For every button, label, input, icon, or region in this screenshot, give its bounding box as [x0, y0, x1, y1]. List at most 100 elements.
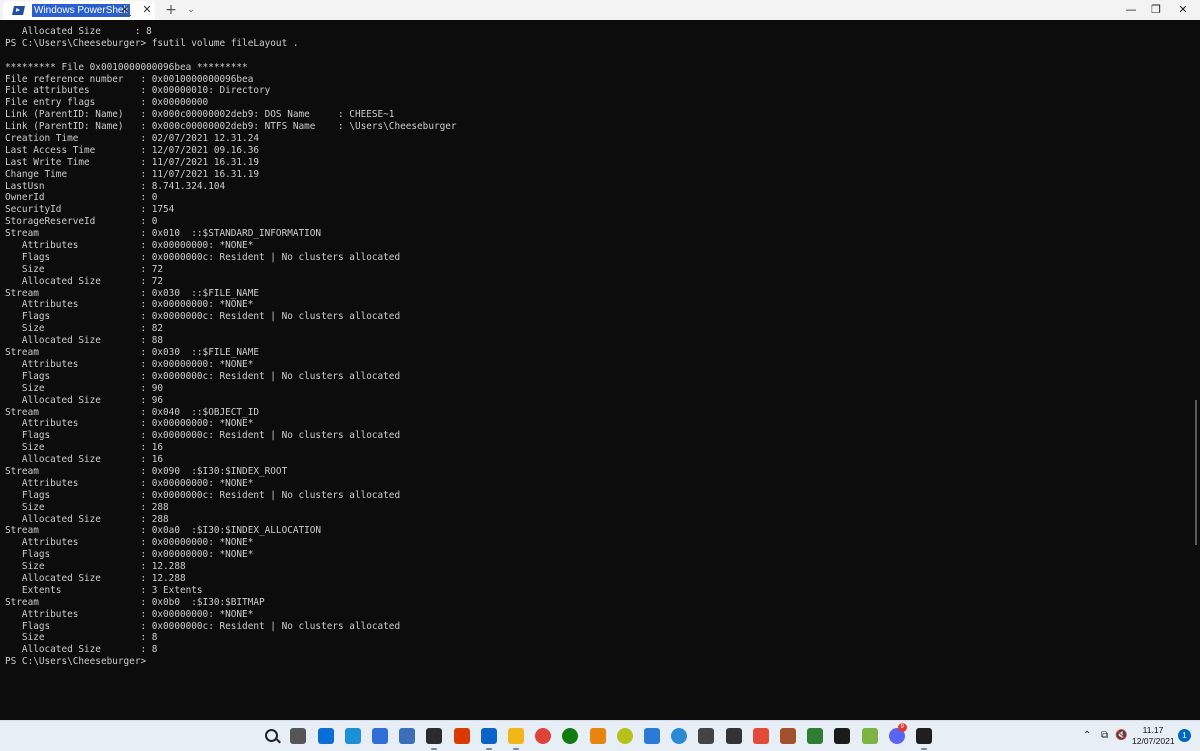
terminal-line: Flags : 0x0000000c: Resident | No cluste… [5, 370, 401, 382]
powershell-taskbar-icon[interactable] [916, 728, 932, 750]
close-tab-button[interactable]: ✕ [140, 3, 154, 17]
terminal-line: StorageReserveId : 0 [5, 216, 158, 228]
terminal-line: Stream : 0x030 ::$FILE_NAME [5, 347, 259, 359]
terminal-line: Allocated Size : 8 [5, 644, 158, 656]
monitor-icon[interactable] [807, 728, 824, 744]
notes-icon[interactable] [644, 728, 660, 744]
powershell-icon [12, 6, 25, 15]
terminal-line: Stream : 0x010 ::$STANDARD_INFORMATION [5, 228, 322, 240]
clock[interactable]: 11.17 12/07/2021 [1132, 725, 1175, 747]
terminal-line: Size : 90 [5, 382, 164, 394]
terminal-line: Allocated Size : 88 [5, 335, 164, 347]
terminal-line: LastUsn : 8.741.324.104 [5, 180, 226, 192]
tab-close-icon[interactable]: ✕ [118, 3, 132, 17]
clock-time: 11.17 [1142, 725, 1164, 735]
new-tab-button[interactable]: + [164, 2, 178, 18]
terminal-line: Flags : 0x00000000: *NONE* [5, 549, 254, 561]
terminal-line: Attributes : 0x00000000: *NONE* [5, 358, 254, 370]
tab-powershell[interactable]: Windows PowerShell ✕ ✕ [3, 1, 155, 20]
terminal-line: OwnerId : 0 [5, 192, 158, 204]
seven-zip-icon[interactable] [725, 728, 742, 744]
terminal-line: PS C:\Users\Cheeseburger> [5, 656, 147, 668]
terminal-line: Flags : 0x0000000c: Resident | No cluste… [5, 489, 401, 501]
tab-dropdown-button[interactable]: ⌄ [184, 2, 198, 18]
file-explorer-icon[interactable] [508, 728, 524, 750]
xbox-icon[interactable] [562, 728, 579, 744]
terminal-line: Allocated Size : 288 [5, 513, 169, 525]
terminal-line: Flags : 0x0000000c: Resident | No cluste… [5, 430, 401, 442]
chrome-icon[interactable] [535, 728, 552, 744]
search-icon[interactable] [265, 729, 279, 742]
notification-count-badge[interactable]: 1 [1178, 729, 1191, 742]
terminal-line: Flags : 0x0000000c: Resident | No cluste… [5, 620, 401, 632]
close-window-button[interactable]: ✕ [1160, 0, 1200, 20]
terminal-line: Allocated Size : 12.288 [5, 572, 186, 584]
terminal-line: Size : 8 [5, 632, 158, 644]
terminal-line: Size : 12.288 [5, 561, 186, 573]
terminal-line: Allocated Size : 16 [5, 454, 164, 466]
terminal-line: File attributes : 0x00000010: Directory [5, 85, 271, 97]
terminal-line: Attributes : 0x00000000: *NONE* [5, 240, 254, 252]
network-icon[interactable]: ⧉ [1101, 729, 1108, 743]
cmd-icon[interactable] [834, 728, 851, 744]
terminal-line: Flags : 0x0000000c: Resident | No cluste… [5, 311, 401, 323]
terminal-line: Allocated Size : 72 [5, 275, 164, 287]
task-view-icon[interactable] [290, 728, 307, 744]
terminal-line: Size : 288 [5, 501, 169, 513]
terminal-line: Size : 16 [5, 442, 164, 454]
avatar-app-icon[interactable] [780, 728, 796, 744]
terminal-line: Allocated Size : 96 [5, 394, 164, 406]
widgets-icon[interactable] [317, 728, 334, 744]
tray-chevron-icon[interactable]: ⌃ [1083, 729, 1091, 743]
terminal-line: Attributes : 0x00000000: *NONE* [5, 299, 254, 311]
office-icon[interactable] [453, 728, 470, 744]
edge-icon[interactable] [344, 728, 361, 744]
terminal-line: Size : 72 [5, 263, 164, 275]
pen-icon[interactable] [698, 728, 715, 744]
terminal-line: Attributes : 0x00000000: *NONE* [5, 477, 254, 489]
start-icon[interactable] [236, 728, 252, 744]
discord-badge: 9 [897, 723, 907, 732]
terminal-line: Stream : 0x030 ::$FILE_NAME [5, 287, 259, 299]
terminal-line: Last Write Time : 11/07/2021 16.31.19 [5, 156, 259, 168]
terminal-line: Stream : 0x040 ::$OBJECT_ID [5, 406, 259, 418]
terminal-line: File entry flags : 0x00000000 [5, 97, 209, 109]
terminal-line: Link (ParentID: Name) : 0x000c00000002de… [5, 109, 395, 121]
tab-title: Windows PowerShell [32, 4, 130, 17]
terminal-line: Flags : 0x0000000c: Resident | No cluste… [5, 251, 401, 263]
terminal-scrollbar[interactable] [1195, 400, 1197, 545]
terminal-line: Change Time : 11/07/2021 16.31.19 [5, 168, 259, 180]
volume-icon[interactable]: 🔇 [1115, 729, 1127, 743]
terminal-line: Stream : 0x090 :$I30:$INDEX_ROOT [5, 465, 288, 477]
globe-icon[interactable] [671, 728, 688, 744]
lens-icon[interactable] [616, 728, 633, 744]
settings-icon[interactable] [399, 728, 416, 744]
discord-icon[interactable]: 9 [888, 723, 907, 744]
terminal-line: SecurityId : 1754 [5, 204, 175, 216]
terminal-output[interactable]: Allocated Size : 8 PS C:\Users\Cheeseburg… [5, 26, 457, 668]
terminal-line: Attributes : 0x00000000: *NONE* [5, 608, 254, 620]
terminal-line: PS C:\Users\Cheeseburger> fsutil volume … [5, 37, 299, 49]
terminal-line: Stream : 0x0a0 :$I30:$INDEX_ALLOCATION [5, 525, 322, 537]
terminal-line: Last Access Time : 12/07/2021 09.16.36 [5, 144, 259, 156]
terminal-line: Link (ParentID: Name) : 0x000c00000002de… [5, 121, 457, 133]
terminal-line: Extents : 3 Extents [5, 584, 203, 596]
terminal-line: File reference number : 0x0010000000096b… [5, 73, 254, 85]
terminal-line: Stream : 0x0b0 :$I30:$BITMAP [5, 596, 265, 608]
terminal-line: ********* File 0x0010000000096bea ******… [5, 61, 248, 73]
mail-icon[interactable] [480, 728, 497, 750]
search-everything-icon[interactable] [589, 728, 606, 744]
terminal-line: Allocated Size : 8 [5, 26, 152, 37]
terminal-line: Creation Time : 02/07/2021 12.31.24 [5, 133, 259, 145]
title-bar: Windows PowerShell ✕ ✕ + ⌄ — ❐ ✕ [0, 0, 1200, 20]
notepad-icon[interactable] [861, 728, 878, 744]
taskbar: 9 ⌃ ⧉ 🔇 11.17 12/07/2021 1 [0, 720, 1200, 751]
clock-date: 12/07/2021 [1132, 736, 1175, 746]
terminal-line: Attributes : 0x00000000: *NONE* [5, 537, 254, 549]
terminal-line: Size : 82 [5, 323, 164, 335]
store-icon[interactable] [372, 728, 388, 744]
paint-icon[interactable] [752, 728, 769, 744]
terminal-app-icon[interactable] [426, 728, 443, 750]
terminal-line: Attributes : 0x00000000: *NONE* [5, 418, 254, 430]
